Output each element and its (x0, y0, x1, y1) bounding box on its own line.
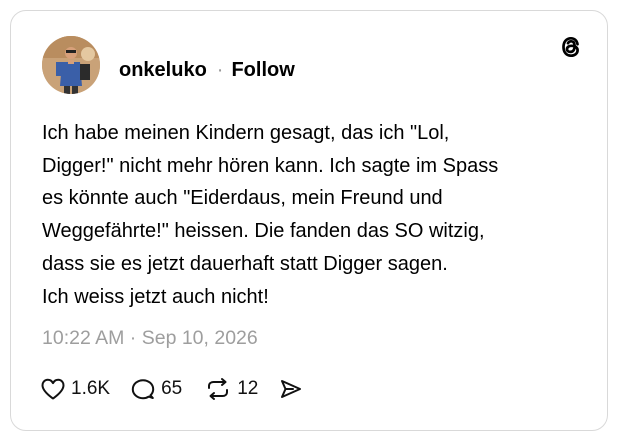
comment-bubble-icon (131, 379, 155, 400)
post-text-line: es könnte auch "Eiderdaus, mein Freund u… (42, 187, 443, 210)
post-timestamp[interactable]: 10:22 AM · Sep 10, 2026 (42, 327, 258, 350)
avatar[interactable] (42, 36, 100, 94)
like-button[interactable]: 1.6K (40, 377, 110, 401)
reply-button[interactable]: 65 (130, 377, 182, 401)
like-count: 1.6K (71, 378, 111, 399)
heart-icon (41, 378, 65, 400)
repost-count: 12 (237, 378, 259, 399)
post-card: onkeluko · Follow Ich habe meinen Kinder… (10, 10, 608, 431)
post-text-line: Ich habe meinen Kindern gesagt, das ich … (42, 122, 450, 144)
share-send-icon (281, 380, 302, 398)
post-text-line: dass sie es jetzt dauerhaft statt Digger… (42, 252, 448, 275)
post-text-line: Ich weiss jetzt auch nicht! (42, 285, 269, 308)
share-button[interactable] (278, 377, 304, 401)
reply-count: 65 (161, 378, 183, 399)
post-text-line: Digger!" nicht mehr hören kann. Ich sagt… (42, 154, 499, 177)
repost-arrows-icon (208, 378, 229, 400)
header-separator: · (216, 58, 224, 81)
action-bar: 1.6K 65 12 (40, 376, 304, 402)
avatar-image (42, 36, 100, 94)
repost-button[interactable]: 12 (204, 377, 258, 401)
follow-button[interactable]: Follow (231, 59, 294, 82)
post-header: onkeluko · Follow (119, 56, 295, 84)
username-link[interactable]: onkeluko (119, 59, 207, 82)
post-text: Ich habe meinen Kindern gesagt, das ich … (42, 117, 582, 313)
post-text-line: Weggefährte!" heissen. Die fanden das SO… (42, 220, 485, 243)
threads-logo-icon[interactable] (556, 32, 586, 62)
